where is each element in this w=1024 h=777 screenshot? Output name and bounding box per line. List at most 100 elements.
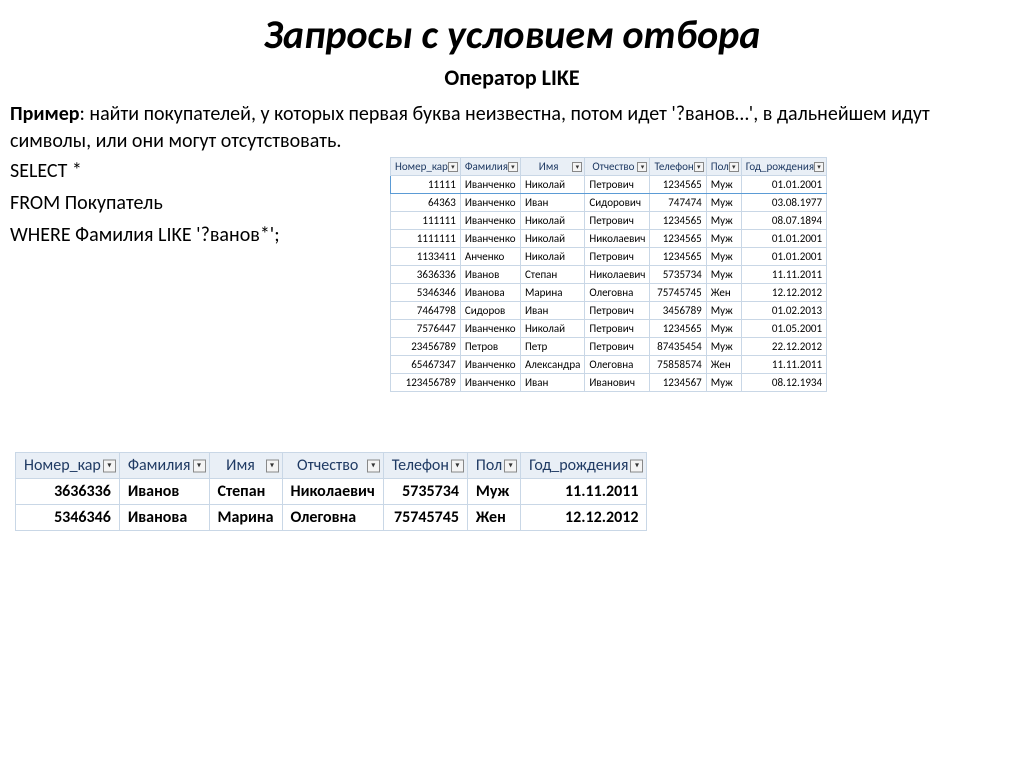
table-row[interactable]: 123456789ИванченкоИванИванович1234567Муж… xyxy=(391,374,827,392)
cell-pat: Петрович xyxy=(585,302,650,320)
cell-tel: 5735734 xyxy=(383,479,467,505)
cell-name: Николай xyxy=(520,212,584,230)
table-row[interactable]: 64363ИванченкоИванСидорович747474Муж03.0… xyxy=(391,194,827,212)
dropdown-icon[interactable]: ▾ xyxy=(504,459,517,472)
example-body: : найти покупателей, у которых первая бу… xyxy=(10,102,930,153)
cell-num: 64363 xyxy=(391,194,461,212)
cell-sex: Муж xyxy=(706,374,741,392)
table-row[interactable]: 65467347ИванченкоАлександраОлеговна75858… xyxy=(391,356,827,374)
cell-sex: Муж xyxy=(706,176,741,194)
table-row[interactable]: 3636336ИвановСтепанНиколаевич5735734Муж1… xyxy=(16,479,647,505)
table-row[interactable]: 111111ИванченкоНиколайПетрович1234565Муж… xyxy=(391,212,827,230)
dropdown-icon[interactable]: ▾ xyxy=(103,459,116,472)
rcol-pat[interactable]: Отчество▾ xyxy=(282,453,383,479)
dropdown-icon[interactable]: ▾ xyxy=(694,162,704,172)
dropdown-icon[interactable]: ▾ xyxy=(448,162,458,172)
example-text: Пример: найти покупателей, у которых пер… xyxy=(0,101,1024,155)
col-name[interactable]: Имя▾ xyxy=(520,158,584,176)
cell-tel: 747474 xyxy=(650,194,706,212)
cell-num: 5346346 xyxy=(16,505,120,531)
result-table-header: Номер_кар▾ Фамилия▾ Имя▾ Отчество▾ Телеф… xyxy=(16,453,647,479)
dropdown-icon[interactable]: ▾ xyxy=(814,162,824,172)
cell-dob: 01.01.2001 xyxy=(741,248,826,266)
cell-sex: Муж xyxy=(706,212,741,230)
cell-name: Иван xyxy=(520,374,584,392)
sql-code: SELECT * FROM Покупатель WHERE Фамилия L… xyxy=(0,155,390,251)
table-row[interactable]: 1133411АнченкоНиколайПетрович1234565Муж0… xyxy=(391,248,827,266)
cell-name: Николай xyxy=(520,248,584,266)
dropdown-icon[interactable]: ▾ xyxy=(508,162,518,172)
source-table-header: Номер_кар▾ Фамилия▾ Имя▾ Отчество▾ Телеф… xyxy=(391,158,827,176)
cell-sex: Муж xyxy=(706,338,741,356)
cell-sex: Муж xyxy=(706,194,741,212)
cell-tel: 75745745 xyxy=(650,284,706,302)
table-row[interactable]: 7464798СидоровИванПетрович3456789Муж01.0… xyxy=(391,302,827,320)
cell-sex: Муж xyxy=(706,302,741,320)
source-table: Номер_кар▾ Фамилия▾ Имя▾ Отчество▾ Телеф… xyxy=(390,157,827,392)
table-row[interactable]: 3636336ИвановСтепанНиколаевич5735734Муж1… xyxy=(391,266,827,284)
col-num[interactable]: Номер_кар▾ xyxy=(391,158,461,176)
table-row[interactable]: 11111ИванченкоНиколайПетрович1234565Муж0… xyxy=(391,176,827,194)
table-row[interactable]: 7576447ИванченкоНиколайПетрович1234565Му… xyxy=(391,320,827,338)
col-tel[interactable]: Телефон▾ xyxy=(650,158,706,176)
cell-pat: Олеговна xyxy=(585,284,650,302)
cell-fam: Иванченко xyxy=(460,176,520,194)
dropdown-icon[interactable]: ▾ xyxy=(367,459,380,472)
cell-sex: Муж xyxy=(706,248,741,266)
cell-tel: 1234567 xyxy=(650,374,706,392)
rcol-sex[interactable]: Пол▾ xyxy=(467,453,520,479)
rcol-num[interactable]: Номер_кар▾ xyxy=(16,453,120,479)
dropdown-icon[interactable]: ▾ xyxy=(637,162,647,172)
dropdown-icon[interactable]: ▾ xyxy=(266,459,279,472)
cell-dob: 11.11.2011 xyxy=(741,356,826,374)
cell-name: Николай xyxy=(520,176,584,194)
cell-sex: Жен xyxy=(467,505,520,531)
table-row[interactable]: 5346346ИвановаМаринаОлеговна75745745Жен1… xyxy=(16,505,647,531)
cell-fam: Сидоров xyxy=(460,302,520,320)
cell-dob: 11.11.2011 xyxy=(741,266,826,284)
page-subtitle: Оператор LIKE xyxy=(0,64,1024,91)
cell-fam: Иванченко xyxy=(460,320,520,338)
cell-tel: 87435454 xyxy=(650,338,706,356)
cell-tel: 75858574 xyxy=(650,356,706,374)
rcol-fam[interactable]: Фамилия▾ xyxy=(119,453,209,479)
cell-tel: 1234565 xyxy=(650,230,706,248)
cell-dob: 03.08.1977 xyxy=(741,194,826,212)
cell-pat: Олеговна xyxy=(282,505,383,531)
col-fam[interactable]: Фамилия▾ xyxy=(460,158,520,176)
cell-dob: 01.01.2001 xyxy=(741,230,826,248)
cell-tel: 1234565 xyxy=(650,320,706,338)
table-row[interactable]: 23456789ПетровПетрПетрович87435454Муж22.… xyxy=(391,338,827,356)
dropdown-icon[interactable]: ▾ xyxy=(729,162,739,172)
cell-pat: Петрович xyxy=(585,176,650,194)
cell-name: Николай xyxy=(520,320,584,338)
sql-line-3: WHERE Фамилия LIKE '?ванов*'; xyxy=(10,219,380,251)
dropdown-icon[interactable]: ▾ xyxy=(572,162,582,172)
cell-dob: 12.12.2012 xyxy=(741,284,826,302)
dropdown-icon[interactable]: ▾ xyxy=(630,459,643,472)
col-sex[interactable]: Пол▾ xyxy=(706,158,741,176)
rcol-name[interactable]: Имя▾ xyxy=(209,453,282,479)
cell-num: 11111 xyxy=(391,176,461,194)
cell-dob: 01.01.2001 xyxy=(741,176,826,194)
table-row[interactable]: 5346346ИвановаМаринаОлеговна75745745Жен1… xyxy=(391,284,827,302)
cell-sex: Муж xyxy=(706,320,741,338)
sql-line-1: SELECT * xyxy=(10,155,380,187)
cell-num: 65467347 xyxy=(391,356,461,374)
cell-fam: Иванова xyxy=(119,505,209,531)
rcol-dob[interactable]: Год_рождения▾ xyxy=(521,453,647,479)
cell-tel: 5735734 xyxy=(650,266,706,284)
cell-num: 123456789 xyxy=(391,374,461,392)
dropdown-icon[interactable]: ▾ xyxy=(193,459,206,472)
cell-sex: Муж xyxy=(467,479,520,505)
cell-name: Степан xyxy=(520,266,584,284)
cell-num: 3636336 xyxy=(391,266,461,284)
col-pat[interactable]: Отчество▾ xyxy=(585,158,650,176)
rcol-tel[interactable]: Телефон▾ xyxy=(383,453,467,479)
cell-fam: Иванова xyxy=(460,284,520,302)
table-row[interactable]: 1111111ИванченкоНиколайНиколаевич1234565… xyxy=(391,230,827,248)
cell-sex: Жен xyxy=(706,356,741,374)
cell-tel: 1234565 xyxy=(650,176,706,194)
dropdown-icon[interactable]: ▾ xyxy=(451,459,464,472)
col-dob[interactable]: Год_рождения▾ xyxy=(741,158,826,176)
